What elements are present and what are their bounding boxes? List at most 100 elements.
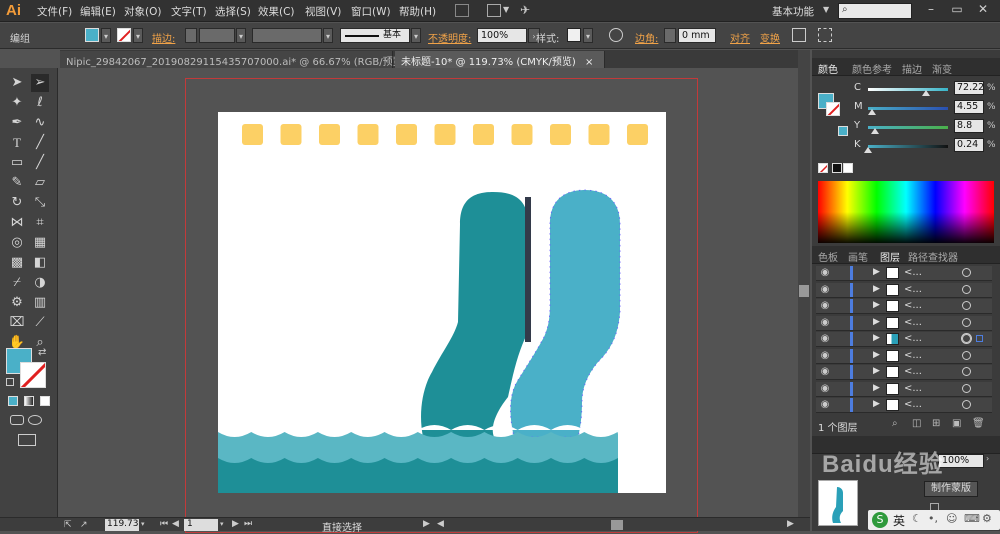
visibility-eye-icon[interactable]: ◉ <box>818 350 832 362</box>
make-mask-button[interactable]: 制作蒙版 <box>924 481 978 497</box>
visibility-eye-icon[interactable]: ◉ <box>818 399 832 411</box>
gpu-performance-icon[interactable]: ✈ <box>520 3 530 17</box>
black-slider[interactable]: K 0.24 % <box>812 137 1000 155</box>
swap-colors-icon[interactable]: ⇄ <box>38 347 46 358</box>
rotate-view-icon[interactable]: ↗ <box>80 520 88 530</box>
transparency-opacity-input[interactable]: 100% <box>938 454 984 468</box>
visibility-eye-icon[interactable]: ◉ <box>818 267 832 279</box>
expand-arrow-icon[interactable]: ▶ <box>873 300 880 310</box>
expand-arrow-icon[interactable]: ▶ <box>873 399 880 409</box>
artboard-number-input[interactable]: 1 <box>184 519 218 531</box>
cyan-slider[interactable]: C 72.22 % <box>812 80 1000 98</box>
recolor-artwork-icon[interactable] <box>609 28 623 42</box>
mesh-tool-icon[interactable]: ▩ <box>8 254 26 272</box>
layer-row[interactable]: ◉ ▶ <... <box>816 348 992 364</box>
artboard-nav-icon[interactable]: ⇱ <box>64 520 72 530</box>
vertical-scroll-thumb[interactable] <box>799 285 809 297</box>
expand-arrow-icon[interactable]: ▶ <box>873 317 880 327</box>
target-icon[interactable] <box>962 317 971 327</box>
artwork[interactable] <box>218 112 666 493</box>
chevron-down-icon[interactable]: ▼ <box>503 5 509 14</box>
next-artboard-icon[interactable]: ▶ <box>232 519 239 529</box>
slider-track[interactable] <box>868 88 948 91</box>
last-artboard-icon[interactable]: ⏭ <box>244 519 252 529</box>
corner-label[interactable]: 边角: <box>635 30 658 45</box>
stroke-weight-input[interactable] <box>199 28 235 43</box>
color-mode-icon[interactable] <box>8 396 18 406</box>
menu-edit[interactable]: 编辑(E) <box>80 4 116 19</box>
rectangle-tool-icon[interactable]: ▭ <box>8 154 26 172</box>
tab-gradient[interactable]: 渐变 <box>932 61 952 76</box>
draw-inside-icon[interactable] <box>28 415 42 425</box>
tab-untitled-10[interactable]: 未标题-10* @ 119.73% (CMYK/预览) × <box>395 51 605 68</box>
menu-view[interactable]: 视图(V) <box>305 4 341 19</box>
menu-help[interactable]: 帮助(H) <box>399 4 436 19</box>
transparency-thumbnail[interactable] <box>818 480 858 526</box>
profile-dropdown[interactable]: ▾ <box>323 28 333 43</box>
isolate-group-icon[interactable] <box>792 28 806 42</box>
horizontal-scroll-thumb[interactable] <box>611 520 623 530</box>
variable-width-profile[interactable] <box>252 28 322 43</box>
tab-pathfinder[interactable]: 路径查找器 <box>908 249 958 264</box>
eraser-tool-icon[interactable]: ▱ <box>31 174 49 192</box>
stroke-color-swatch[interactable] <box>20 362 46 388</box>
lasso-tool-icon[interactable]: ℓ <box>31 94 49 112</box>
workspace-switcher[interactable]: 基本功能 <box>772 4 814 19</box>
tab-color-guide[interactable]: 颜色参考 <box>852 61 892 76</box>
scale-tool-icon[interactable]: ⤡ <box>31 194 49 212</box>
align-link[interactable]: 对齐 <box>730 30 750 45</box>
direct-selection-tool-icon[interactable]: ➢ <box>31 74 49 92</box>
target-icon[interactable] <box>962 383 971 393</box>
selection-tool-icon[interactable]: ➤ <box>8 74 26 92</box>
yellow-slider[interactable]: Y 8.8 % <box>812 118 1000 136</box>
menu-object[interactable]: 对象(O) <box>124 4 161 19</box>
target-icon[interactable] <box>962 301 971 310</box>
expand-arrow-icon[interactable]: ▶ <box>873 366 880 376</box>
corner-input[interactable]: 0 mm <box>678 28 716 43</box>
tab-nipic-document[interactable]: Nipic_29842067_20190829115435707000.ai* … <box>60 51 424 68</box>
slider-knob[interactable] <box>864 147 872 153</box>
layer-row[interactable]: ◉ ▶ <... <box>816 398 992 413</box>
blend-tool-icon[interactable]: ◑ <box>31 274 49 292</box>
menu-effect[interactable]: 效果(C) <box>258 4 295 19</box>
none-mode-icon[interactable] <box>40 396 50 406</box>
expand-arrow-icon[interactable]: ▶ <box>873 350 880 360</box>
moon-icon[interactable]: ☾ <box>912 512 922 525</box>
menu-type[interactable]: 文字(T) <box>171 4 207 19</box>
stroke-swatch[interactable] <box>117 28 131 42</box>
slider-track[interactable] <box>868 126 948 129</box>
close-icon[interactable]: × <box>585 57 593 68</box>
shape-builder-tool-icon[interactable]: ◎ <box>8 234 26 252</box>
fill-swatch[interactable] <box>85 28 99 42</box>
stroke-dropdown[interactable]: ▾ <box>133 28 143 43</box>
emoji-icon[interactable]: ☺ <box>946 512 957 525</box>
none-swatch[interactable] <box>818 163 828 173</box>
new-layer-icon[interactable]: ▣ <box>952 418 961 429</box>
visibility-eye-icon[interactable]: ◉ <box>818 284 832 296</box>
magenta-slider[interactable]: M 4.55 % <box>812 99 1000 117</box>
opacity-label[interactable]: 不透明度: <box>428 30 471 45</box>
stroke-label[interactable]: 描边: <box>152 30 175 45</box>
opacity-slider-arrow[interactable]: › <box>986 454 989 463</box>
layer-row[interactable]: ◉ ▶ <... <box>816 381 992 397</box>
bridge-icon[interactable] <box>455 4 469 17</box>
keyboard-icon[interactable]: ⌨ <box>964 512 980 525</box>
target-icon[interactable] <box>962 284 971 294</box>
slider-knob[interactable] <box>871 128 880 134</box>
previous-artboard-icon[interactable]: ◀ <box>172 519 179 529</box>
free-transform-tool-icon[interactable]: ⌗ <box>31 214 49 232</box>
slider-value-input[interactable]: 0.24 <box>954 138 984 152</box>
menu-window[interactable]: 窗口(W) <box>351 4 391 19</box>
column-graph-tool-icon[interactable]: ▥ <box>31 294 49 312</box>
tab-swatches[interactable]: 色板 <box>818 249 838 264</box>
opacity-input[interactable]: 100% <box>477 28 527 43</box>
corner-stepper[interactable] <box>664 28 676 43</box>
visibility-eye-icon[interactable]: ◉ <box>818 366 832 378</box>
vertical-scrollbar[interactable] <box>798 50 810 517</box>
layer-name[interactable]: <... <box>904 399 922 410</box>
symbol-sprayer-tool-icon[interactable]: ⚙ <box>8 294 26 312</box>
slice-tool-icon[interactable]: ⟋ <box>31 314 49 332</box>
layer-name[interactable]: <... <box>904 350 922 361</box>
zoom-level-input[interactable]: 119.73 <box>105 519 139 531</box>
target-icon[interactable] <box>962 350 971 360</box>
